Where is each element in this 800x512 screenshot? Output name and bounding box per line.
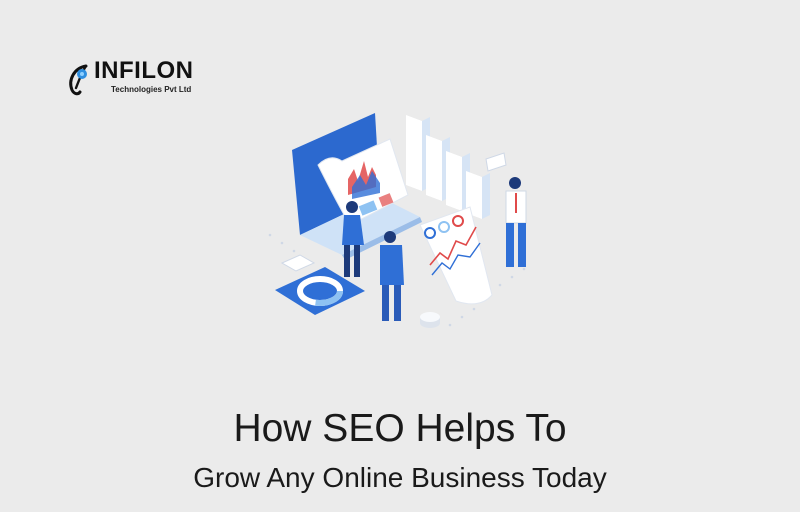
man-center-figure — [380, 231, 404, 321]
seo-analytics-illustration — [268, 113, 527, 328]
coin-stack — [420, 312, 440, 328]
page-subtitle: Grow Any Online Business Today — [193, 462, 607, 493]
brand-name: INFILON — [94, 57, 194, 84]
printout — [419, 206, 493, 305]
brand-logo[interactable]: INFILON Technologies Pvt Ltd — [64, 58, 214, 98]
brand-tagline: Technologies Pvt Ltd — [111, 85, 192, 94]
donut-tile — [275, 267, 365, 315]
small-device — [280, 254, 316, 272]
infilon-logo-icon — [69, 64, 88, 96]
bar-columns — [406, 115, 490, 219]
man-right-figure — [485, 152, 527, 267]
page-title: How SEO Helps To — [233, 407, 567, 450]
